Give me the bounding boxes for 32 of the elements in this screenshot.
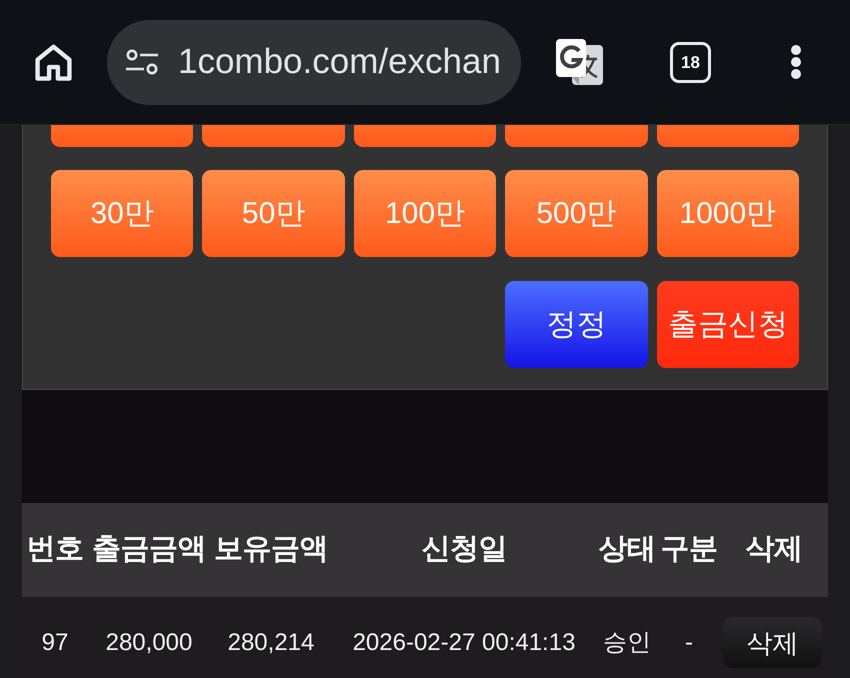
amount-button[interactable]: 100만 — [354, 170, 496, 257]
table-cell-text: 280,000 — [104, 628, 194, 658]
menu-icon[interactable] — [790, 44, 802, 80]
table-cell-text: 승인 — [602, 628, 652, 658]
table-cell-text: 280,214 — [226, 628, 316, 658]
column-header: 구분 — [660, 532, 718, 568]
column-header: 상태 — [598, 532, 656, 568]
amount-button[interactable] — [202, 125, 345, 147]
amount-button[interactable]: 500만 — [505, 170, 648, 257]
column-header: 신청일 — [420, 532, 508, 568]
translate-icon[interactable] — [555, 37, 605, 87]
amount-button[interactable] — [505, 125, 648, 147]
table-cell-text: - — [684, 628, 694, 658]
amount-button[interactable]: 1000만 — [656, 170, 799, 257]
withdraw-request-button[interactable]: 출금신청 — [656, 281, 799, 368]
amount-button[interactable]: 50만 — [202, 170, 345, 257]
amount-button[interactable] — [354, 125, 496, 147]
amount-button[interactable]: 30만 — [51, 170, 194, 257]
delete-button[interactable]: 삭제 — [723, 617, 822, 668]
column-header: 삭제 — [744, 532, 804, 568]
column-header: 보유금액 — [213, 532, 329, 568]
sliders-icon[interactable] — [125, 48, 159, 76]
tab-switcher-button[interactable]: 18 — [670, 42, 711, 82]
amount-button[interactable] — [51, 125, 194, 147]
correct-button[interactable]: 정정 — [505, 281, 648, 368]
home-icon[interactable] — [35, 44, 72, 80]
column-header: 출금금액 — [91, 532, 207, 568]
table-cell-text: 97 — [40, 628, 70, 658]
column-header: 번호 — [26, 532, 84, 568]
amount-button[interactable] — [656, 125, 799, 147]
address-bar[interactable]: 1combo.com/exchan — [107, 20, 521, 104]
table-cell-text: 2026-02-27 00:41:13 — [352, 628, 576, 658]
